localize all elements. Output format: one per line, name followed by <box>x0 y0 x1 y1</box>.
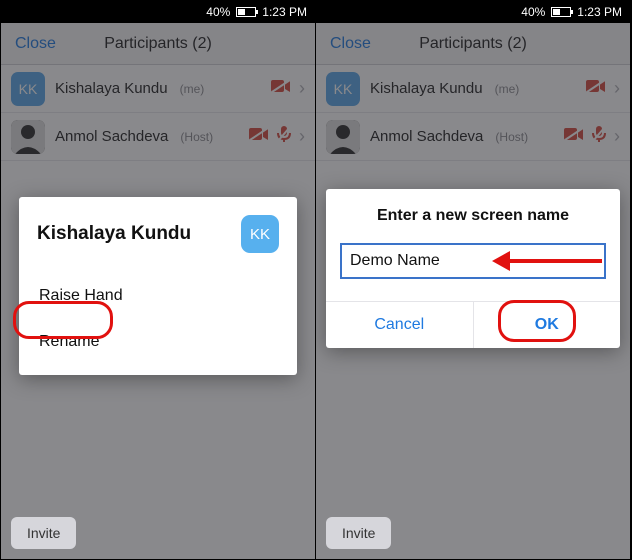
screen-name-input[interactable] <box>340 243 606 279</box>
battery-pct: 40% <box>206 5 230 19</box>
clock: 1:23 PM <box>577 5 622 19</box>
status-bar: 40% 1:23 PM <box>1 1 315 23</box>
invite-button[interactable]: Invite <box>326 517 391 549</box>
status-bar: 40% 1:23 PM <box>316 1 630 23</box>
clock: 1:23 PM <box>262 5 307 19</box>
rename-button[interactable]: Rename <box>37 319 279 365</box>
ok-button[interactable]: OK <box>474 302 621 348</box>
battery-icon <box>551 7 571 17</box>
raise-hand-button[interactable]: Raise Hand <box>37 273 279 319</box>
battery-icon <box>236 7 256 17</box>
battery-pct: 40% <box>521 5 545 19</box>
participant-action-sheet: Kishalaya Kundu KK Raise Hand Rename <box>19 197 297 375</box>
phone-left: 40% 1:23 PM Close Participants (2) KK Ki… <box>1 1 316 559</box>
avatar: KK <box>241 215 279 253</box>
phone-right: 40% 1:23 PM Close Participants (2) KK Ki… <box>316 1 631 559</box>
dialog-title: Enter a new screen name <box>340 207 606 225</box>
sheet-title: Kishalaya Kundu <box>37 223 191 245</box>
invite-button[interactable]: Invite <box>11 517 76 549</box>
rename-dialog: Enter a new screen name Cancel OK <box>326 189 620 348</box>
cancel-button[interactable]: Cancel <box>326 302 474 348</box>
